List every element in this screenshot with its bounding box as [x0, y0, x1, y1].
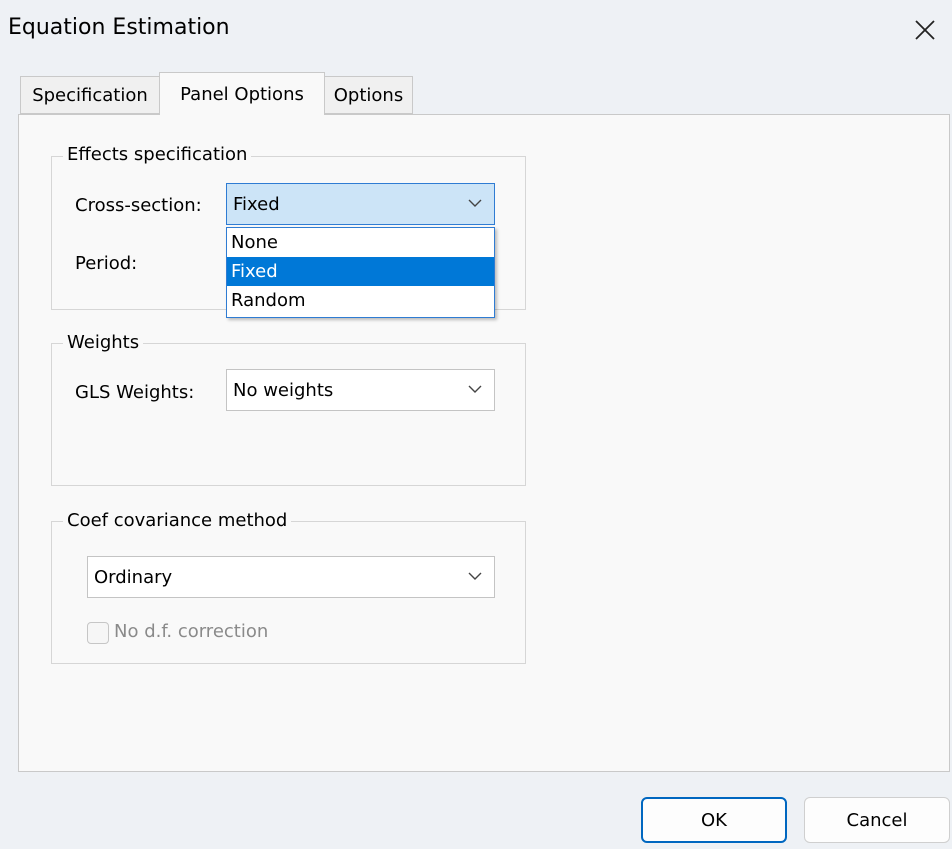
close-button[interactable] [905, 10, 945, 50]
gls-weights-value: No weights [233, 379, 334, 401]
cross-section-value: Fixed [233, 193, 280, 215]
chevron-down-icon [468, 572, 482, 580]
title-bar: Equation Estimation [0, 0, 952, 60]
window-title: Equation Estimation [8, 15, 230, 40]
close-icon [915, 20, 935, 40]
covariance-method-value: Ordinary [94, 566, 173, 588]
cancel-button[interactable]: Cancel [804, 797, 950, 843]
gls-weights-combo[interactable]: No weights [226, 369, 495, 411]
no-df-correction-checkbox[interactable] [87, 622, 109, 644]
cross-section-combo[interactable]: Fixed [226, 183, 495, 225]
period-label: Period: [75, 253, 138, 274]
weights-label: Weights [63, 332, 144, 353]
gls-weights-label: GLS Weights: [75, 382, 195, 403]
covariance-method-combo[interactable]: Ordinary [87, 556, 495, 598]
chevron-down-icon [468, 385, 482, 393]
cross-section-label: Cross-section: [75, 195, 202, 216]
tab-options[interactable]: Options [324, 76, 413, 114]
chevron-down-icon [468, 199, 482, 207]
effects-specification-label: Effects specification [63, 144, 252, 165]
ok-button[interactable]: OK [641, 797, 787, 843]
no-df-correction-label: No d.f. correction [114, 621, 269, 642]
coef-covariance-label: Coef covariance method [63, 510, 292, 531]
weights-group [51, 343, 526, 486]
tab-panel-options[interactable]: Panel Options [159, 72, 325, 115]
dropdown-option-random[interactable]: Random [227, 286, 494, 315]
dropdown-option-fixed[interactable]: Fixed [227, 257, 494, 286]
dropdown-option-none[interactable]: None [227, 228, 494, 257]
tab-specification[interactable]: Specification [20, 76, 160, 114]
cross-section-dropdown-list: None Fixed Random [226, 227, 495, 318]
